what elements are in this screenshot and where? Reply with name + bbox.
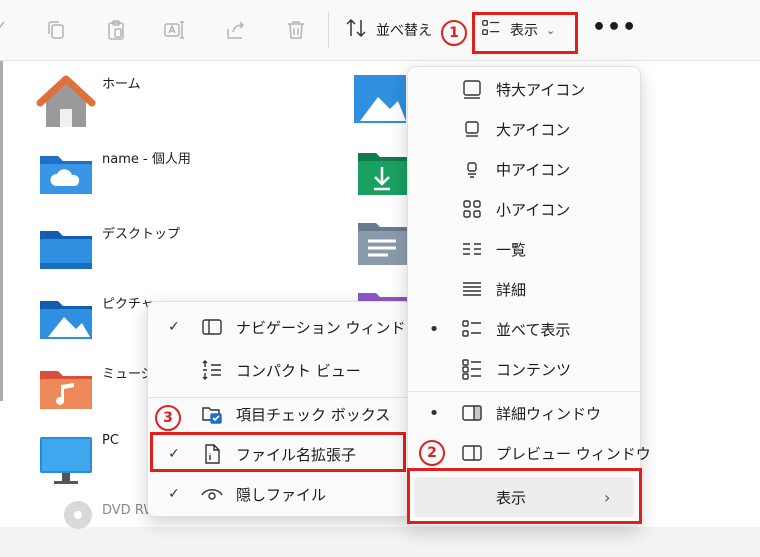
menu-item-label: 一覧 — [496, 240, 527, 259]
highlight-show-menu-item — [407, 468, 642, 524]
selected-bullet-icon: • — [428, 402, 440, 424]
menu-item-label: 詳細ウィンドウ — [496, 404, 602, 423]
compact-view-icon — [200, 358, 224, 382]
menu-item-label: 大アイコン — [496, 120, 571, 139]
annotation-3: 3 — [155, 405, 181, 431]
menu-item-label: プレビュー ウィンドウ — [496, 444, 651, 463]
rename-icon[interactable] — [162, 18, 186, 42]
file-list-area: ホーム name - 個人用 デスクトップ ピクチャ ミュージック PC DVD… — [0, 61, 760, 529]
file-name: PC — [102, 433, 119, 448]
desktop-folder-icon — [40, 231, 92, 269]
file-name: デスクトップ — [102, 227, 181, 242]
file-item-desktop[interactable]: デスクトップ — [36, 221, 180, 281]
menu-item-extra-large-icons[interactable]: 特大アイコン — [408, 69, 640, 109]
more-options-button[interactable]: ••• — [592, 16, 636, 44]
menu-item-medium-icons[interactable]: 中アイコン — [408, 149, 640, 189]
menu-item-label: ナビゲーション ウィンドウ — [236, 318, 421, 337]
annotation-2: 2 — [419, 440, 445, 466]
menu-item-label: コンテンツ — [496, 360, 572, 379]
selected-bullet-icon: • — [428, 318, 440, 340]
music-folder-icon — [40, 371, 92, 409]
menu-item-item-checkboxes[interactable]: 項目チェック ボックス — [148, 394, 411, 434]
large-icons-icon — [460, 117, 484, 141]
medium-icons-icon — [460, 157, 484, 181]
menu-item-label: 項目チェック ボックス — [236, 405, 391, 424]
sort-label: 並べ替え — [376, 23, 432, 39]
details-icon — [460, 277, 484, 301]
highlight-view-button — [472, 12, 578, 54]
menu-item-compact-view[interactable]: コンパクト ビュー — [148, 350, 411, 390]
menu-divider — [408, 391, 640, 392]
menu-item-content[interactable]: コンテンツ — [408, 349, 640, 389]
file-item-onedrive[interactable]: name - 個人用 — [36, 146, 191, 206]
preview-pane-icon — [460, 441, 484, 465]
dvd-drive-icon — [64, 501, 92, 529]
file-name: ホーム — [102, 77, 141, 92]
file-item-pictures[interactable]: ピクチャ — [36, 291, 154, 351]
toolbar-separator — [328, 12, 329, 48]
menu-item-small-icons[interactable]: 小アイコン — [408, 189, 640, 229]
file-item-pc[interactable]: PC — [36, 431, 119, 491]
menu-item-details-pane[interactable]: • 詳細ウィンドウ — [408, 393, 640, 433]
navigation-pane-icon — [200, 315, 224, 339]
menu-item-large-icons[interactable]: 大アイコン — [408, 109, 640, 149]
copy-icon[interactable] — [44, 18, 68, 42]
sort-icon — [344, 16, 368, 44]
menu-item-navigation-pane[interactable]: ✓ ナビゲーション ウィンドウ — [148, 307, 420, 347]
pictures-folder-icon — [40, 301, 92, 339]
small-icons-icon — [460, 197, 484, 221]
menu-item-label: 小アイコン — [496, 200, 571, 219]
menu-item-list[interactable]: 一覧 — [408, 229, 640, 269]
menu-item-tiles[interactable]: • 並べて表示 — [408, 309, 640, 349]
check-icon: ✓ — [168, 486, 180, 502]
menu-item-label: 詳細 — [496, 280, 527, 299]
share-icon[interactable] — [224, 18, 248, 42]
picture-folder-icon — [354, 75, 406, 123]
menu-item-details[interactable]: 詳細 — [408, 269, 640, 309]
item-checkbox-icon — [200, 402, 224, 426]
file-item-home[interactable]: ホーム — [36, 71, 141, 131]
check-icon: ✓ — [168, 319, 180, 335]
details-pane-icon — [460, 401, 484, 425]
menu-item-label: 隠しファイル — [236, 485, 327, 504]
menu-item-label: コンパクト ビュー — [236, 361, 361, 380]
tiles-icon — [460, 317, 484, 341]
menu-item-hidden-items[interactable]: ✓ 隠しファイル — [148, 474, 411, 514]
command-bar: 並べ替え 表示 ⌄ ••• 1 — [0, 0, 760, 61]
onedrive-folder-icon — [40, 156, 92, 194]
scrollbar[interactable] — [0, 61, 3, 401]
annotation-1: 1 — [441, 20, 467, 46]
pc-icon — [40, 437, 92, 484]
hidden-items-icon — [200, 482, 224, 506]
sort-button[interactable]: 並べ替え — [344, 16, 432, 44]
home-folder-icon — [36, 75, 96, 127]
extra-large-icons-icon — [460, 77, 484, 101]
menu-item-label: 並べて表示 — [496, 320, 571, 339]
menu-item-label: 特大アイコン — [496, 80, 586, 99]
file-name: name - 個人用 — [102, 152, 191, 167]
cut-icon[interactable] — [0, 18, 10, 42]
delete-icon[interactable] — [284, 18, 308, 42]
menu-item-label: 中アイコン — [496, 160, 571, 179]
documents-folder-icon — [358, 223, 408, 265]
downloads-folder-icon — [358, 153, 408, 195]
paste-icon[interactable] — [104, 18, 128, 42]
list-icon — [460, 237, 484, 261]
show-submenu: ✓ ナビゲーション ウィンドウ コンパクト ビュー 項目チェック ボックス ✓ … — [147, 301, 420, 517]
content-icon — [460, 357, 484, 381]
highlight-file-extensions — [150, 432, 406, 472]
